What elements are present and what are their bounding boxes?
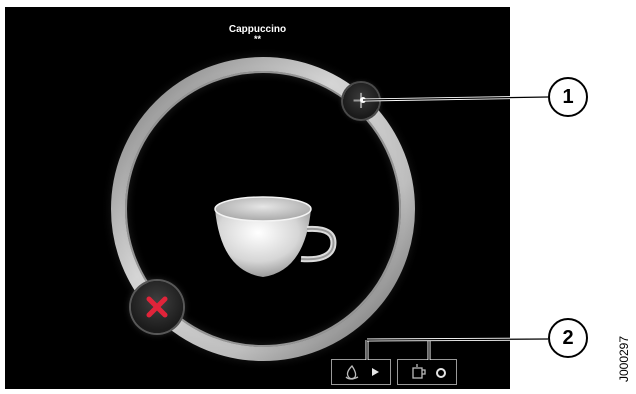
- status-indicator-cup[interactable]: [397, 359, 457, 385]
- figure-number-text: J000297: [617, 335, 631, 383]
- play-arrow-icon: [372, 368, 379, 376]
- callout-2: 2: [548, 318, 588, 358]
- close-x-icon: [146, 296, 168, 318]
- ring-icon: [436, 368, 446, 378]
- cup-icon: [214, 196, 337, 277]
- coffee-bean-drop-icon: [345, 364, 359, 380]
- coffee-machine-display: Cappuccino ** +: [5, 7, 510, 389]
- callout-1: 1: [548, 77, 588, 117]
- figure-number: J000297: [617, 336, 631, 382]
- plus-icon: +: [350, 86, 372, 114]
- cup-dispense-icon: [412, 364, 426, 379]
- increase-button[interactable]: +: [343, 83, 379, 119]
- status-indicator-brew[interactable]: [331, 359, 391, 385]
- cancel-button[interactable]: [131, 281, 183, 333]
